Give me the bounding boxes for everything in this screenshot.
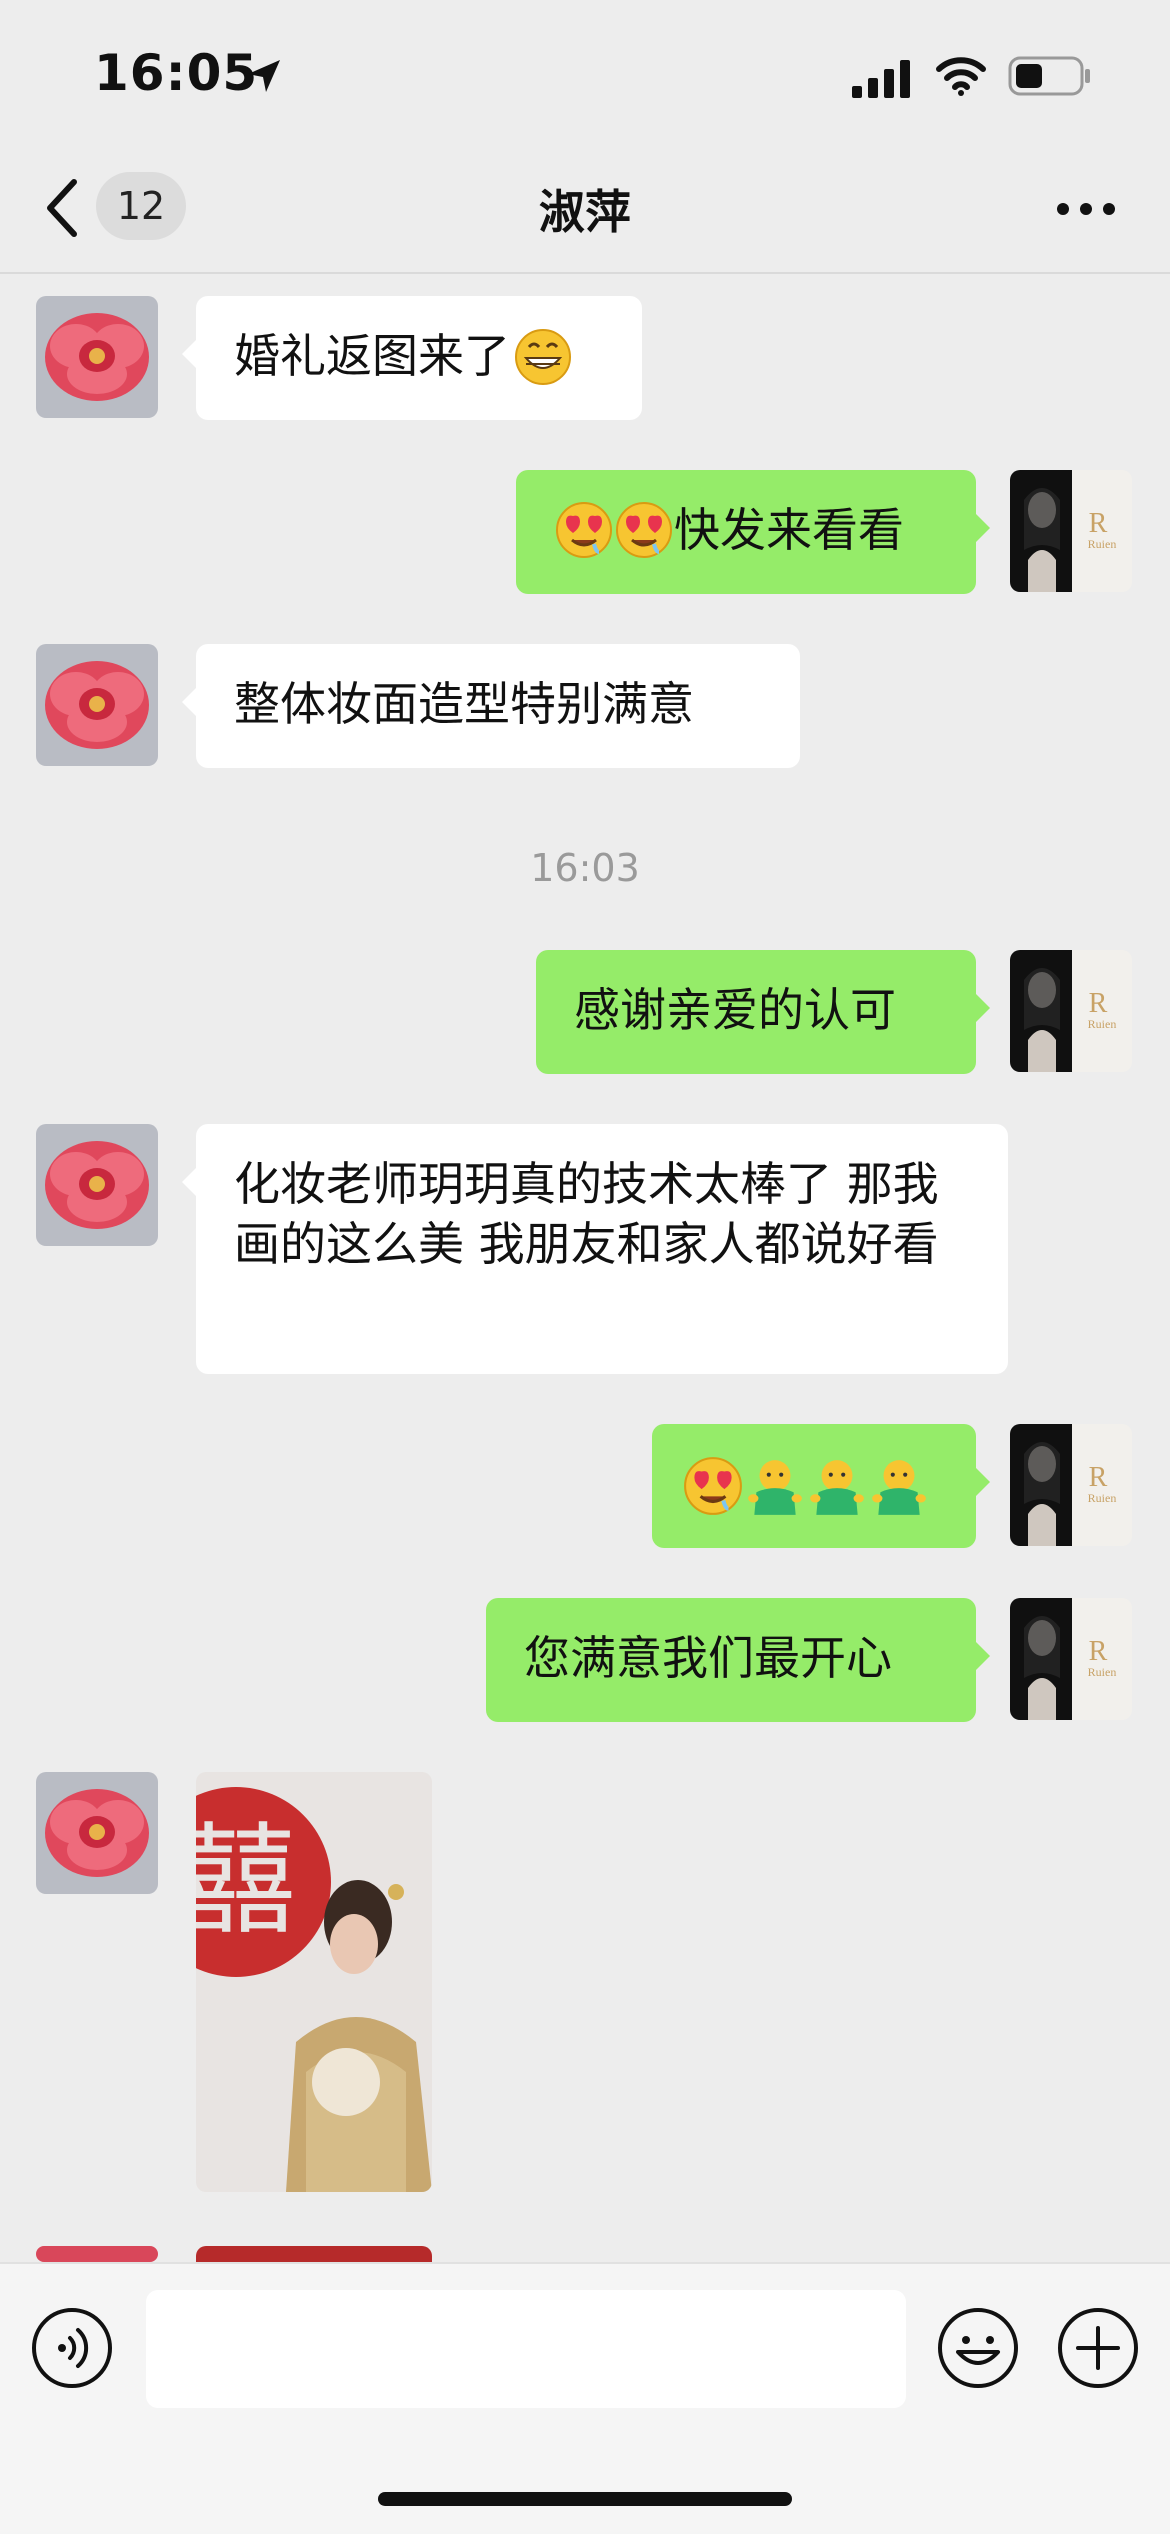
message-bubble-outgoing[interactable] (652, 1424, 990, 1548)
status-time: 16:05 (94, 44, 259, 102)
home-indicator (378, 2492, 792, 2506)
contact-avatar[interactable] (36, 1124, 158, 1246)
my-avatar[interactable]: R Ruien (1010, 950, 1132, 1072)
heart-eyes-emoji-icon (556, 501, 612, 558)
message-text: 婚礼返图来了 (234, 329, 510, 383)
logo-text: Ruien (1088, 1665, 1117, 1679)
logo-text: Ruien (1088, 537, 1117, 551)
location-arrow-icon (248, 60, 280, 92)
input-bar (0, 2262, 1170, 2534)
message-text: 您满意我们最开心 (524, 1631, 892, 1685)
emoji-icon[interactable] (936, 2306, 1020, 2390)
contact-avatar[interactable] (36, 296, 158, 418)
logo-text: Ruien (1088, 1017, 1117, 1031)
battery-icon (1008, 56, 1090, 96)
green-guy-emoji-icon (810, 1459, 864, 1515)
message-text: 整体妆面造型特别满意 (234, 677, 694, 731)
svg-text:R: R (1089, 988, 1108, 1019)
signal-icon (852, 60, 910, 98)
plus-icon[interactable] (1056, 2306, 1140, 2390)
my-avatar[interactable]: R Ruien (1010, 1598, 1132, 1720)
heart-eyes-emoji-icon (684, 1456, 742, 1515)
red-symbol-text: 囍 (196, 1812, 296, 1951)
message-text: 快发来看看 (674, 503, 904, 557)
message-bubble-outgoing[interactable]: 感谢亲爱的认可 (536, 950, 990, 1074)
message-text: 感谢亲爱的认可 (574, 983, 896, 1037)
image-message[interactable]: 囍 (196, 1772, 432, 2192)
contact-avatar[interactable] (36, 644, 158, 766)
message-bubble-outgoing[interactable]: 您满意我们最开心 (486, 1598, 990, 1722)
message-timestamp: 16:03 (530, 846, 640, 890)
message-text: 化妆老师玥玥真的技术太棒了 那我画的这么美 我朋友和家人都说好看 (234, 1157, 939, 1271)
my-avatar[interactable]: R Ruien (1010, 470, 1132, 592)
message-input[interactable] (146, 2290, 906, 2408)
green-guy-emoji-icon (748, 1459, 802, 1515)
message-bubble-incoming[interactable]: 整体妆面造型特别满意 (182, 644, 800, 768)
voice-icon[interactable] (30, 2306, 114, 2390)
chat-header: 12 淑萍 (0, 150, 1170, 274)
heart-eyes-emoji-icon (616, 501, 672, 558)
contact-avatar[interactable] (36, 2246, 158, 2262)
grin-emoji-icon (515, 328, 571, 385)
message-bubble-incoming[interactable]: 婚礼返图来了 (182, 296, 642, 420)
wifi-icon (936, 57, 986, 96)
message-bubble-incoming[interactable]: 化妆老师玥玥真的技术太棒了 那我画的这么美 我朋友和家人都说好看 (182, 1124, 1008, 1374)
svg-text:R: R (1089, 1462, 1108, 1493)
chat-title: 淑萍 (539, 185, 631, 239)
image-message[interactable] (196, 2246, 432, 2262)
logo-text: Ruien (1088, 1491, 1117, 1505)
contact-avatar[interactable] (36, 1772, 158, 1894)
svg-text:R: R (1089, 1636, 1108, 1667)
my-avatar[interactable]: R Ruien (1010, 1424, 1132, 1546)
message-bubble-outgoing[interactable]: 快发来看看 (516, 470, 990, 594)
status-bar: 16:05 (0, 0, 1170, 150)
more-icon[interactable] (1056, 202, 1116, 216)
svg-text:R: R (1089, 508, 1108, 539)
green-guy-emoji-icon (872, 1459, 926, 1515)
